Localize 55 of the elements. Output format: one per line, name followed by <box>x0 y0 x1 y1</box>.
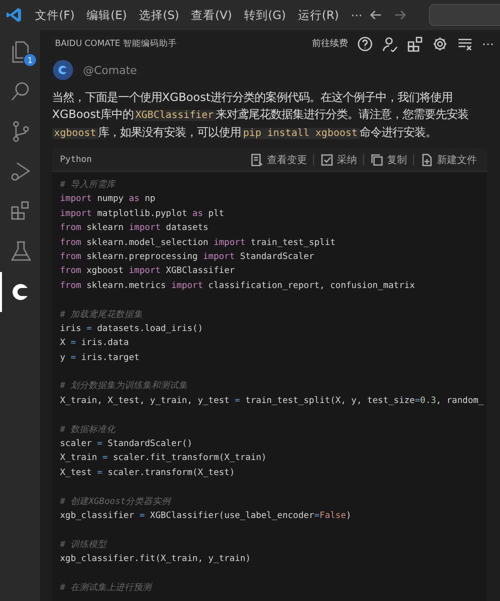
code-line: X_train = scaler.fit_transform(X_train) <box>60 452 267 466</box>
code-action-button[interactable]: 新建文件 <box>418 152 479 166</box>
code-comment: # 加载鸢尾花数据集 <box>60 308 143 322</box>
help-icon[interactable] <box>357 36 373 52</box>
feedback-icon[interactable] <box>382 36 398 52</box>
code-line: X_train, X_test, y_train, y_test = train_test_split(X, y, test_size=0.3, random_ <box>60 394 484 408</box>
app-logo-icon[interactable] <box>6 7 22 23</box>
new-file-icon <box>420 152 434 166</box>
back-arrow-icon[interactable] <box>369 8 384 22</box>
menu-item[interactable]: 文件(F) <box>30 4 80 26</box>
code-line: xgb_classifier = XGBClassifier(use_label_encoder=False) <box>60 510 352 523</box>
code-line: from sklearn.preprocessing import StandardScaler <box>60 250 314 264</box>
code-line: scaler = StandardScaler() <box>60 438 192 452</box>
code-line: X = iris.data <box>60 337 129 350</box>
code-action-button[interactable]: 采纳 <box>318 152 359 166</box>
code-comment: # 训练模型 <box>60 538 107 552</box>
code-comment: # 创建XGBoost分类器实例 <box>60 496 171 509</box>
code-comment: # 数据标准化 <box>60 424 116 437</box>
code-line: from xgboost import XGBClassifier <box>60 265 235 278</box>
code-line: from sklearn.metrics import classification_report, confusion_matrix <box>60 280 415 293</box>
copy-icon <box>370 152 384 166</box>
code-line: from sklearn import datasets <box>60 222 208 236</box>
view-changes-icon <box>250 152 264 166</box>
menu-item[interactable]: 转到(G) <box>238 4 291 26</box>
code-comment: # 导入所需库 <box>60 178 116 192</box>
code-line: xgb_classifier.fit(X_train, y_train) <box>60 553 251 566</box>
menu-item[interactable]: 选择(S) <box>134 4 184 26</box>
language-label: Python <box>60 154 92 164</box>
forward-arrow-icon[interactable] <box>393 8 408 22</box>
code-line: y = iris.target <box>60 352 140 365</box>
more-actions-button[interactable]: ⋯ <box>482 36 494 50</box>
panel-title: BAIDU COMATE 智能编码助手 <box>55 38 177 50</box>
code-line: iris = datasets.load_iris() <box>60 322 204 336</box>
message-text: 当然，下面是一个使用XGBoost进行分类的案例代码。在这个例子中，我们将使用XGBoost库中的 XGBClassifier 来对鸢尾花数据集进行分类。请注意，您需要先安装 xgboost 库，如果没有安装，可以使用 pip install xgboost 命令进行安装。 <box>51 90 470 141</box>
code-comment: # 划分数据集为训练集和测试集 <box>60 380 188 394</box>
code-line: X_test = scaler.transform(X_test) <box>60 466 235 480</box>
menu-item[interactable]: 编辑(E) <box>82 4 132 26</box>
code-action-button[interactable]: 复制 <box>368 152 409 166</box>
checkbox-icon <box>320 152 334 166</box>
code-line: import matplotlib.pyplot as plt <box>60 208 224 221</box>
author-name: @Comate <box>83 64 137 76</box>
code-line: import numpy as np <box>60 193 156 206</box>
notification-badge: 1 <box>23 53 37 67</box>
menu-item[interactable]: 查看(V) <box>186 4 237 26</box>
apps-icon[interactable] <box>407 36 423 52</box>
search-field[interactable] <box>429 4 500 26</box>
menu-item[interactable]: ⋯ <box>346 5 368 25</box>
menu-item[interactable]: 运行(R) <box>292 4 344 26</box>
renew-link[interactable]: 前往续费 <box>312 37 348 50</box>
activity-bar-item[interactable]: 1 <box>0 32 40 72</box>
code-action-button[interactable]: 查看变更 <box>248 152 309 166</box>
avatar-icon <box>53 60 73 80</box>
code-line: from sklearn.model_selection import train_test_split <box>60 236 336 250</box>
settings-icon[interactable] <box>432 36 448 52</box>
code-comment: # 在测试集上进行预测 <box>60 582 152 595</box>
